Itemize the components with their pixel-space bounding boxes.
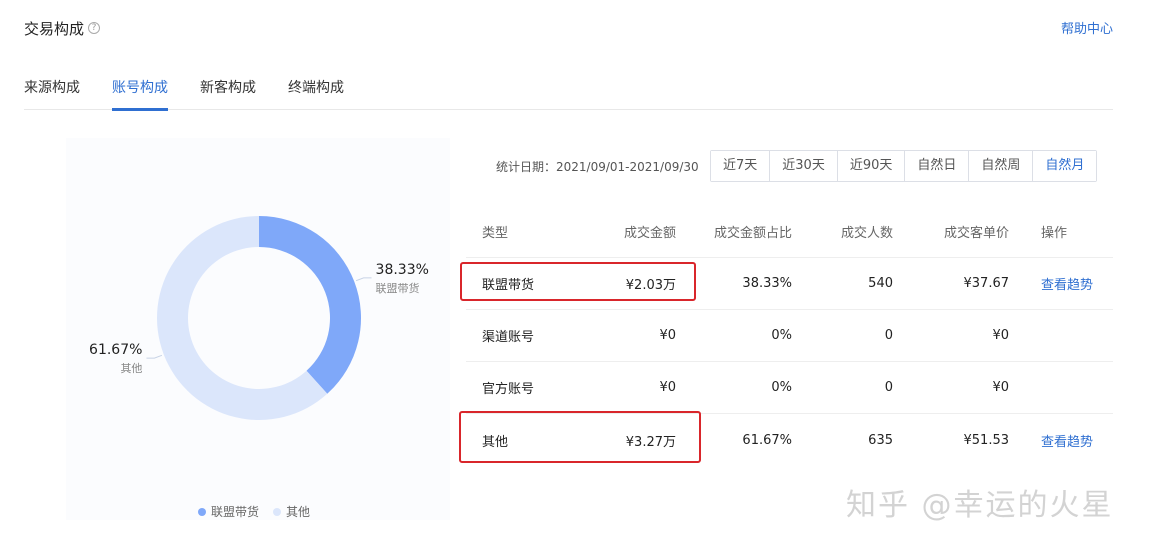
watermark: 知乎 @幸运的火星 <box>846 488 1114 523</box>
legend-label: 其他 <box>286 505 311 519</box>
tab-new-customer[interactable]: 新客构成 <box>200 76 256 110</box>
tab-bar: 来源构成 账号构成 新客构成 终端构成 <box>24 76 1113 111</box>
slice-percent-label: 61.67% <box>89 342 142 358</box>
legend-dot <box>198 507 206 516</box>
cell-amount: ¥3.27万 <box>625 434 676 450</box>
range-7d-button[interactable]: 近7天 <box>711 151 771 181</box>
legend-label: 联盟带货 <box>211 505 260 519</box>
slice-name-label: 联盟带货 <box>376 281 420 295</box>
col-header-type: 类型 <box>482 226 509 241</box>
cell-amount: ¥0 <box>659 380 676 395</box>
table-row: 联盟带货 ¥2.03万 38.33% 540 ¥37.67 查看趋势 <box>466 258 1113 310</box>
slice-percent-label: 38.33% <box>376 262 429 278</box>
col-header-amount: 成交金额 <box>623 226 676 241</box>
cell-aov: ¥0 <box>992 380 1009 395</box>
cell-type: 联盟带货 <box>482 278 535 293</box>
cell-ratio: 0% <box>771 328 792 343</box>
donut-slice-alliance[interactable] <box>259 216 361 394</box>
cell-amount: ¥0 <box>659 328 676 343</box>
col-header-aov: 成交客单价 <box>943 226 1009 241</box>
composition-table: 类型 成交金额 成交金额占比 成交人数 成交客单价 操作 联盟带货 ¥2.03万… <box>466 206 1113 466</box>
col-header-ratio: 成交金额占比 <box>713 226 792 241</box>
table-row: 其他 ¥3.27万 61.67% 635 ¥51.53 查看趋势 <box>466 414 1113 466</box>
label-leader-line <box>146 354 163 359</box>
cell-amount: ¥2.03万 <box>625 278 676 293</box>
cell-type: 渠道账号 <box>482 330 535 345</box>
view-trend-link[interactable]: 查看趋势 <box>1041 435 1093 450</box>
cell-buyers: 0 <box>884 380 893 395</box>
col-header-action: 操作 <box>1041 226 1068 241</box>
tab-source[interactable]: 来源构成 <box>24 76 80 110</box>
tab-terminal[interactable]: 终端构成 <box>288 76 344 110</box>
date-range-selector: 近7天 近30天 近90天 自然日 自然周 自然月 <box>710 150 1098 182</box>
tab-account[interactable]: 账号构成 <box>112 76 168 111</box>
cell-buyers: 635 <box>868 432 893 448</box>
range-week-button[interactable]: 自然周 <box>969 151 1034 181</box>
donut-chart-panel: 38.33% 联盟带货 61.67% 其他 <box>66 138 450 520</box>
cell-type: 其他 <box>482 434 509 450</box>
chart-legend: 联盟带货 其他 <box>198 503 324 520</box>
table-row: 渠道账号 ¥0 0% 0 ¥0 <box>466 310 1113 362</box>
legend-item-alliance[interactable]: 联盟带货 <box>198 503 259 520</box>
table-row: 官方账号 ¥0 0% 0 ¥0 <box>466 362 1113 414</box>
help-center-link[interactable]: 帮助中心 <box>1061 18 1113 37</box>
view-trend-link[interactable]: 查看趋势 <box>1041 278 1093 293</box>
stat-date: 统计日期：2021/09/01-2021/09/30 <box>496 160 699 174</box>
cell-aov: ¥0 <box>992 328 1009 343</box>
cell-aov: ¥37.67 <box>963 276 1010 291</box>
cell-type: 官方账号 <box>482 382 535 397</box>
range-month-button[interactable]: 自然月 <box>1033 151 1097 181</box>
cell-ratio: 61.67% <box>742 432 792 448</box>
legend-dot <box>273 507 282 516</box>
donut-chart: 38.33% 联盟带货 61.67% 其他 <box>89 216 429 420</box>
help-question-icon[interactable]: ? <box>88 22 101 34</box>
range-30d-button[interactable]: 近30天 <box>770 151 838 181</box>
cell-ratio: 38.33% <box>742 276 792 291</box>
cell-ratio: 0% <box>771 380 792 395</box>
cell-buyers: 540 <box>868 276 893 291</box>
range-day-button[interactable]: 自然日 <box>905 151 970 181</box>
label-leader-line <box>355 277 372 282</box>
page-title: 交易构成 <box>24 19 85 38</box>
legend-item-other[interactable]: 其他 <box>273 503 310 520</box>
cell-buyers: 0 <box>884 328 893 343</box>
table-header-row: 类型 成交金额 成交金额占比 成交人数 成交客单价 操作 <box>466 206 1113 258</box>
range-90d-button[interactable]: 近90天 <box>837 151 906 181</box>
col-header-buyers: 成交人数 <box>840 226 893 241</box>
cell-aov: ¥51.53 <box>963 432 1010 448</box>
page-header: 交易构成 ? <box>24 16 101 40</box>
slice-name-label: 其他 <box>120 362 142 375</box>
